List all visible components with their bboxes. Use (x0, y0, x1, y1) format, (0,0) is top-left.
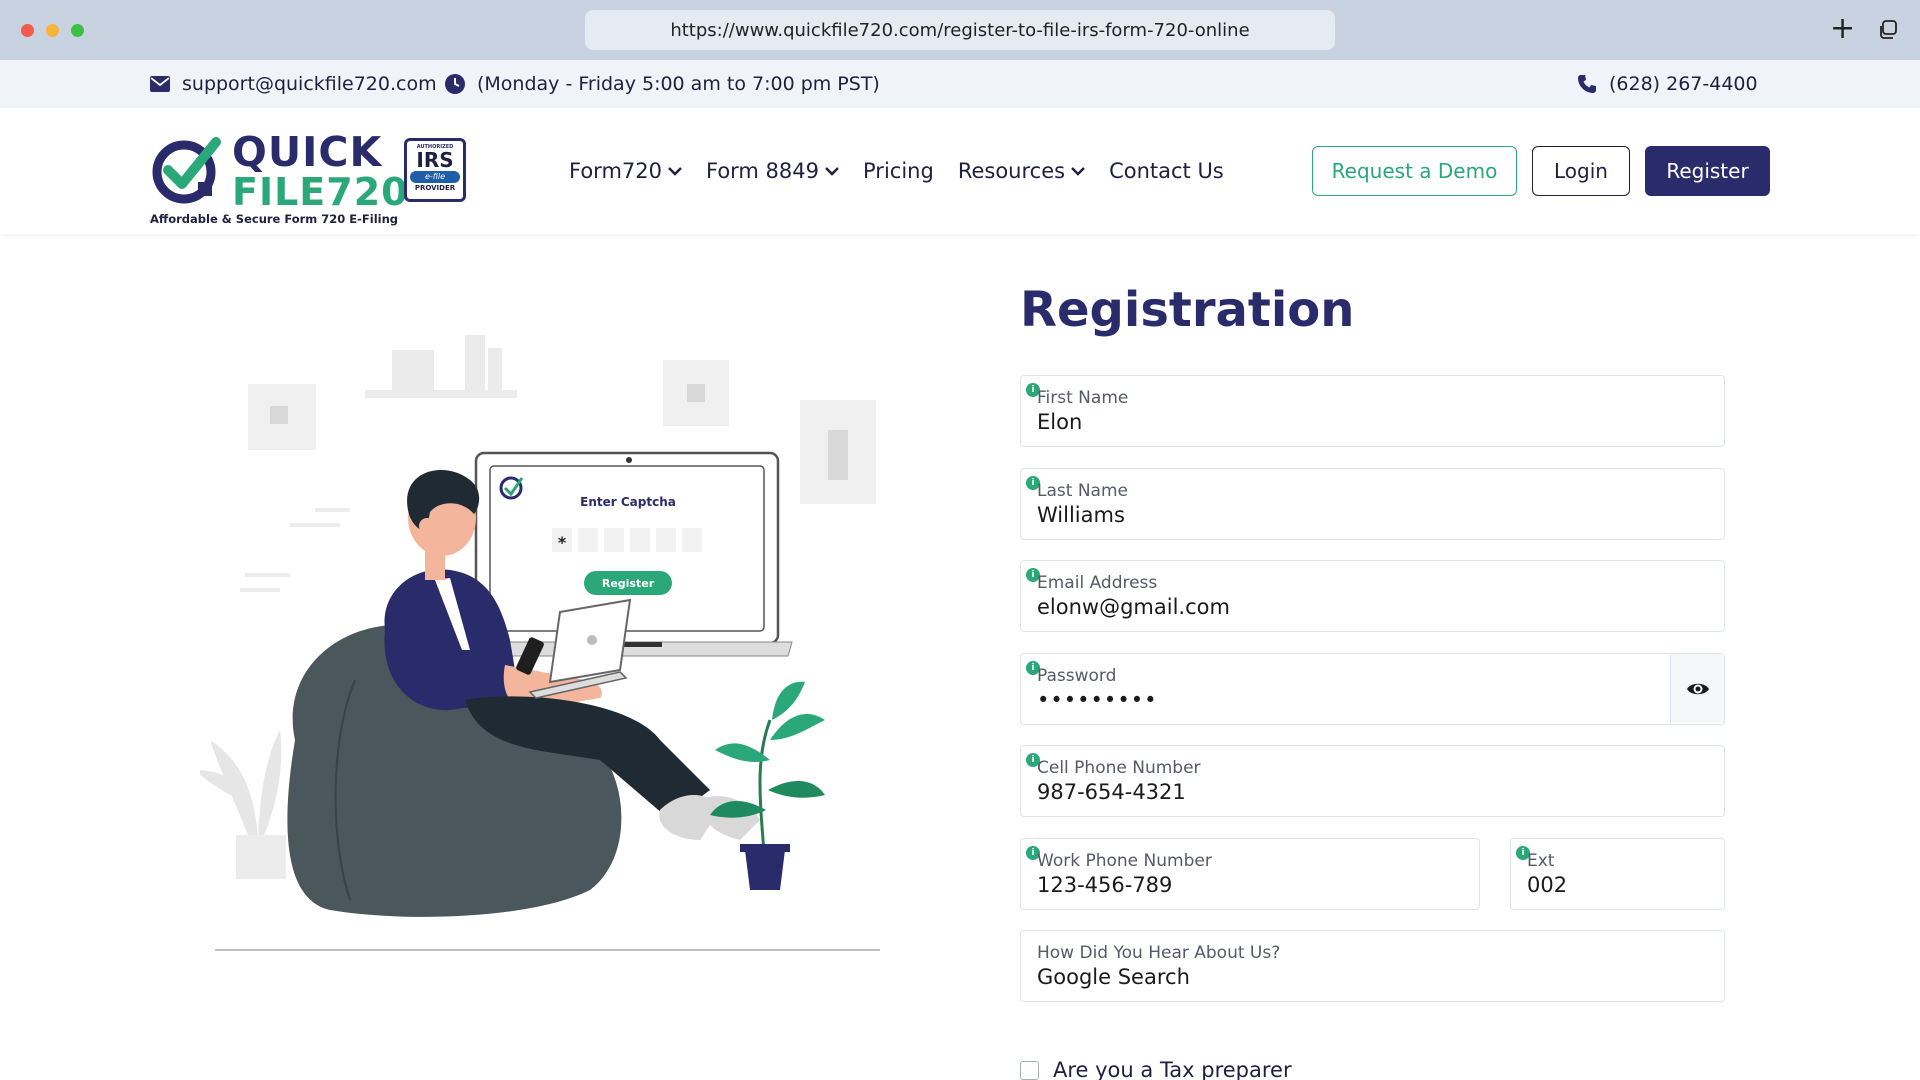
wall-frame-center (663, 360, 729, 426)
ext-value[interactable]: 002 (1527, 873, 1567, 897)
site-logo[interactable]: QUICK FILE720 Affordable & Secure Form 7… (150, 126, 470, 226)
nav-item-label: Form 8849 (705, 159, 820, 183)
url-text: https://www.quickfile720.com/register-to… (670, 19, 1250, 41)
browser-chrome: https://www.quickfile720.com/register-to… (0, 0, 1920, 60)
login-button[interactable]: Login (1532, 146, 1630, 196)
ext-label: Ext (1527, 851, 1555, 871)
password-label: Password (1037, 666, 1117, 686)
minimize-window-button[interactable] (46, 24, 59, 37)
work-phone-label: Work Phone Number (1037, 851, 1212, 871)
cell-phone-field[interactable]: i Cell Phone Number 987-654-4321 (1020, 745, 1725, 817)
cell-phone-value[interactable]: 987-654-4321 (1037, 780, 1186, 804)
logo-text-quick: QUICK (232, 128, 383, 176)
irs-authorized-badge: AUTHORIZED IRS e-file PROVIDER (404, 138, 466, 202)
cell-phone-label: Cell Phone Number (1037, 758, 1201, 778)
irs-badge-main-text: IRS (416, 148, 454, 172)
email-label: Email Address (1037, 573, 1158, 593)
first-name-field[interactable]: i First Name Elon (1020, 375, 1725, 447)
work-phone-field[interactable]: i Work Phone Number 123-456-789 (1020, 838, 1480, 910)
nav-item-form720[interactable]: Form720 (569, 159, 682, 183)
last-name-value[interactable]: Williams (1037, 503, 1125, 527)
clock-icon (445, 74, 465, 94)
tabs-icon[interactable] (1878, 20, 1898, 40)
wall-frame-left (248, 384, 316, 450)
first-name-value[interactable]: Elon (1037, 410, 1082, 434)
support-email-link[interactable]: support@quickfile720.com (150, 60, 437, 108)
eye-icon (1686, 683, 1709, 694)
logo-text-file720: FILE720 (232, 170, 409, 214)
captcha-title: Enter Captcha (580, 495, 676, 509)
envelope-icon (150, 76, 170, 92)
contact-info-bar: support@quickfile720.com (Monday - Frida… (0, 60, 1920, 108)
nav-item-pricing[interactable]: Pricing (863, 159, 934, 183)
password-field[interactable]: i Password ••••••••• (1020, 653, 1725, 725)
chevron-down-icon (668, 167, 682, 176)
tax-preparer-checkbox[interactable] (1020, 1060, 1039, 1080)
first-name-label: First Name (1037, 388, 1129, 408)
phone-number-text: (628) 267-4400 (1609, 73, 1758, 95)
nav-item-label: Resources (957, 159, 1066, 183)
captcha-char: * (558, 533, 567, 552)
captcha-register-button: Register (602, 577, 655, 590)
nav-item-label: Contact Us (1109, 159, 1224, 183)
chevron-down-icon (1071, 167, 1085, 176)
email-field[interactable]: i Email Address elonw@gmail.com (1020, 560, 1725, 632)
last-name-field[interactable]: i Last Name Williams (1020, 468, 1725, 540)
plus-icon[interactable]: + (1830, 14, 1855, 44)
register-button[interactable]: Register (1645, 146, 1770, 196)
last-name-label: Last Name (1037, 481, 1128, 501)
hear-about-us-select[interactable]: How Did You Hear About Us? Google Search (1020, 930, 1725, 1002)
close-window-button[interactable] (21, 24, 34, 37)
checkmark-logo-icon (152, 137, 221, 204)
support-email-text: support@quickfile720.com (182, 73, 437, 95)
phone-link[interactable]: (628) 267-4400 (1577, 60, 1758, 108)
email-value[interactable]: elonw@gmail.com (1037, 595, 1230, 619)
tax-preparer-option: Are you a Tax preparer (1020, 1058, 1292, 1080)
hear-about-us-label: How Did You Hear About Us? (1037, 943, 1281, 963)
irs-badge-bottom-text: PROVIDER (414, 184, 456, 192)
main-nav: Form720 Form 8849 Pricing Resources Cont… (569, 108, 1224, 234)
tax-preparer-label: Are you a Tax preparer (1053, 1058, 1292, 1080)
maximize-window-button[interactable] (71, 24, 84, 37)
password-value[interactable]: ••••••••• (1037, 688, 1157, 712)
plant-left (200, 730, 286, 879)
business-hours: (Monday - Friday 5:00 am to 7:00 pm PST) (445, 60, 880, 108)
site-header: QUICK FILE720 Affordable & Secure Form 7… (0, 108, 1920, 234)
plant-right (710, 681, 825, 890)
registration-illustration: Enter Captcha * Register (200, 335, 880, 951)
logo-tagline: Affordable & Secure Form 720 E-Filing (150, 212, 399, 226)
hear-about-us-value[interactable]: Google Search (1037, 965, 1190, 989)
address-bar[interactable]: https://www.quickfile720.com/register-to… (585, 10, 1335, 50)
ext-field[interactable]: i Ext 002 (1510, 838, 1725, 910)
irs-badge-efile-text: e-file (410, 171, 460, 183)
nav-item-resources[interactable]: Resources (958, 159, 1085, 183)
chevron-down-icon (825, 167, 839, 176)
phone-icon (1578, 75, 1596, 93)
nav-item-label: Pricing (863, 159, 934, 183)
toggle-password-visibility-button[interactable] (1670, 654, 1724, 723)
nav-item-label: Form720 (569, 159, 662, 183)
wall-shelf (365, 335, 517, 398)
work-phone-value[interactable]: 123-456-789 (1037, 873, 1172, 897)
request-demo-button[interactable]: Request a Demo (1312, 146, 1517, 196)
wall-frame-right (800, 400, 876, 504)
wall-lines (240, 508, 350, 592)
nav-item-contact-us[interactable]: Contact Us (1109, 159, 1224, 183)
nav-item-form8849[interactable]: Form 8849 (706, 159, 839, 183)
registration-heading: Registration (1020, 282, 1355, 338)
business-hours-text: (Monday - Friday 5:00 am to 7:00 pm PST) (477, 73, 880, 95)
